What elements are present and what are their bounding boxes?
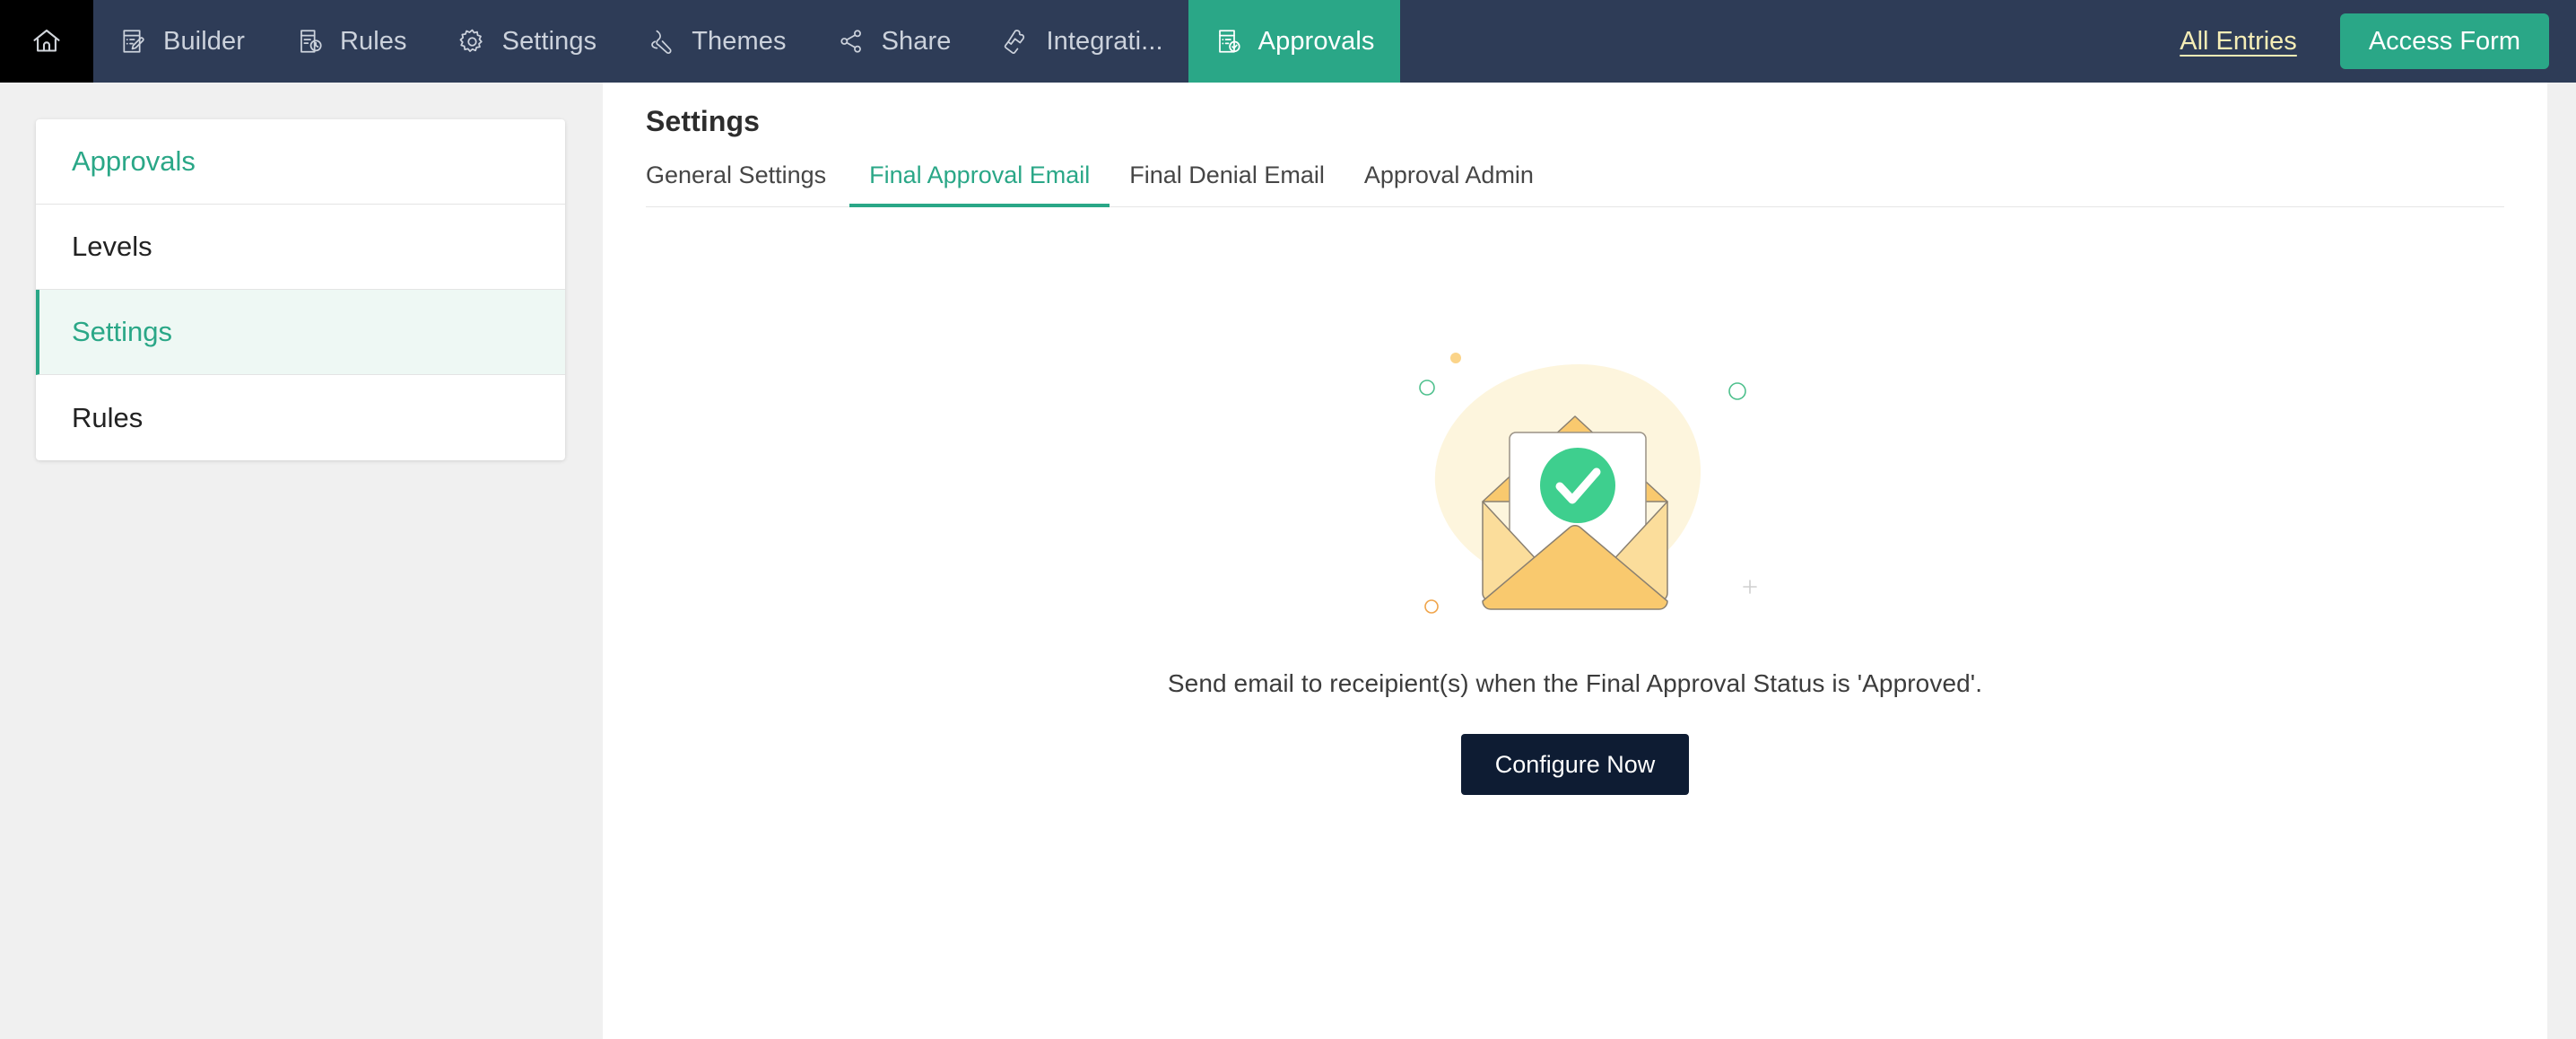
nav-item-rules[interactable]: Rules (270, 0, 432, 83)
sidebar-item-rules[interactable]: Rules (36, 375, 565, 460)
document-pencil-icon (118, 26, 149, 57)
top-navbar: Builder Rules Settings Themes Share Inte… (0, 0, 2576, 83)
tab-final-denial-email[interactable]: Final Denial Email (1110, 162, 1345, 207)
sidebar-item-settings[interactable]: Settings (36, 290, 565, 375)
nav-item-integrations[interactable]: Integrati... (976, 0, 1188, 83)
home-icon (30, 25, 63, 57)
home-button[interactable] (0, 0, 93, 83)
left-sidebar-region: Approvals Levels Settings Rules (0, 83, 603, 1039)
tab-final-approval-email[interactable]: Final Approval Email (849, 162, 1110, 207)
share-nodes-icon (837, 26, 867, 57)
tab-label: Approval Admin (1363, 162, 1534, 188)
nav-item-approvals[interactable]: Approvals (1188, 0, 1400, 83)
navbar-actions: All Entries Access Form (2180, 0, 2576, 83)
main-content-panel: Settings General Settings Final Approval… (603, 83, 2547, 1039)
nav-item-settings[interactable]: Settings (432, 0, 622, 83)
nav-item-label: Approvals (1258, 26, 1375, 56)
page-title: Settings (646, 105, 761, 137)
empty-state-message: Send email to receipient(s) when the Fin… (1167, 669, 1983, 697)
gear-icon (457, 26, 488, 57)
tab-label: Final Denial Email (1129, 162, 1325, 188)
brush-icon (647, 26, 677, 57)
tab-general-settings[interactable]: General Settings (646, 162, 846, 207)
tab-label: Final Approval Email (869, 162, 1091, 188)
nav-item-themes[interactable]: Themes (622, 0, 811, 83)
configure-now-button[interactable]: Configure Now (1460, 734, 1690, 795)
document-check-icon (1214, 26, 1244, 57)
tab-label: General Settings (646, 162, 827, 188)
sidebar-item-label: Rules (72, 401, 144, 433)
all-entries-link[interactable]: All Entries (2180, 27, 2297, 57)
nav-item-label: Settings (501, 26, 597, 56)
nav-item-label: Rules (339, 26, 407, 56)
envelope-with-green-checkmark-illustration (1382, 327, 1768, 641)
nav-item-share[interactable]: Share (812, 0, 977, 83)
settings-tab-bar: General Settings Final Approval Email Fi… (646, 162, 2504, 207)
nav-item-builder[interactable]: Builder (93, 0, 270, 83)
puzzle-piece-icon (1001, 26, 1031, 57)
empty-state: Send email to receipient(s) when the Fin… (603, 286, 2547, 1039)
nav-item-label: Builder (163, 26, 245, 56)
access-form-button[interactable]: Access Form (2339, 13, 2549, 69)
tab-approval-admin[interactable]: Approval Admin (1345, 162, 1553, 207)
sidebar-item-levels[interactable]: Levels (36, 205, 565, 290)
sidebar-title: Approvals (36, 119, 565, 205)
nav-item-label: Themes (692, 26, 787, 56)
sidebar-title-label: Approvals (72, 145, 196, 177)
navbar-spacer (1400, 0, 2180, 83)
nav-item-label: Share (881, 26, 952, 56)
panel-header: Settings General Settings Final Approval… (603, 83, 2547, 207)
nav-item-list: Builder Rules Settings Themes Share Inte… (93, 0, 1400, 83)
document-clock-icon (295, 26, 326, 57)
approvals-sidebar-card: Approvals Levels Settings Rules (36, 119, 565, 460)
sidebar-item-label: Settings (72, 316, 173, 347)
nav-item-label: Integrati... (1046, 26, 1163, 56)
sidebar-item-label: Levels (72, 231, 152, 262)
